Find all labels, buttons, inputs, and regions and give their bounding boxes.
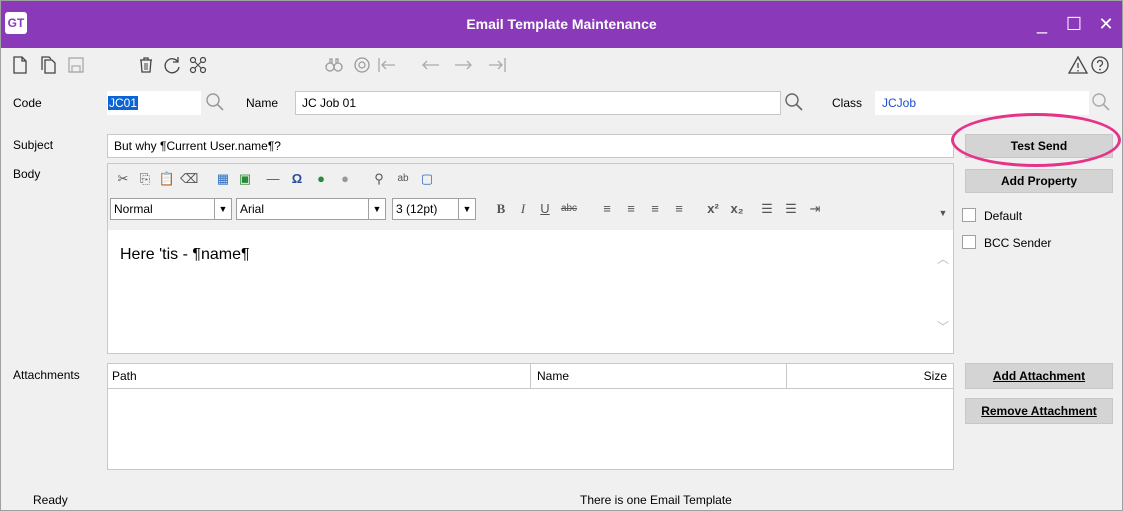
align-right-icon[interactable]: ≡ <box>646 200 664 218</box>
body-content[interactable]: Here 'tis - ¶name¶ <box>120 246 250 264</box>
toolbar-overflow-icon[interactable]: ▼ <box>934 204 952 222</box>
special-character-icon[interactable]: Ω <box>288 170 306 188</box>
code-search-icon[interactable] <box>204 91 226 113</box>
bcc-sender-checkbox[interactable] <box>962 235 976 249</box>
minimize-button[interactable]: _ <box>1026 11 1058 37</box>
cut-icon[interactable]: ✂ <box>114 170 132 188</box>
next-record-icon[interactable] <box>453 54 475 76</box>
subject-field[interactable]: But why ¶Current User.name¶? <box>107 134 954 158</box>
column-header-size[interactable]: Size <box>786 364 953 388</box>
paragraph-style-dropdown[interactable]: Normal ▼ <box>110 198 232 220</box>
font-dropdown[interactable]: Arial ▼ <box>236 198 386 220</box>
align-center-icon[interactable]: ≡ <box>622 200 640 218</box>
indent-icon[interactable]: ⇥ <box>806 200 824 218</box>
add-property-button[interactable]: Add Property <box>965 169 1113 193</box>
column-header-path[interactable]: Path <box>112 364 532 388</box>
strikethrough-icon[interactable]: abc <box>560 200 578 218</box>
paragraph-style-value: Normal <box>114 202 153 216</box>
remove-attachment-button[interactable]: Remove Attachment <box>965 398 1113 424</box>
scroll-up-icon[interactable]: ︿ <box>937 250 949 267</box>
status-ready: Ready <box>33 493 68 507</box>
last-record-icon[interactable] <box>487 54 509 76</box>
bullet-list-icon[interactable]: ☰ <box>782 200 800 218</box>
window-title: Email Template Maintenance <box>466 16 657 32</box>
previous-record-icon[interactable] <box>419 54 441 76</box>
column-header-name[interactable]: Name <box>530 364 788 388</box>
font-size-value: 3 (12pt) <box>396 202 438 216</box>
navigate-icon[interactable] <box>351 54 373 76</box>
new-document-icon[interactable] <box>9 54 31 76</box>
code-field[interactable]: JC01 <box>107 91 201 115</box>
email-template-window: GT Email Template Maintenance _ ☐ ✕ Code… <box>0 0 1123 511</box>
numbered-list-icon[interactable]: ☰ <box>758 200 776 218</box>
maximize-button[interactable]: ☐ <box>1058 11 1090 37</box>
eraser-icon[interactable]: ⌫ <box>180 170 198 188</box>
subscript-icon[interactable]: x₂ <box>728 200 746 218</box>
title-bar: GT Email Template Maintenance _ ☐ ✕ <box>1 1 1122 48</box>
superscript-icon[interactable]: x² <box>704 200 722 218</box>
body-label: Body <box>13 167 41 181</box>
chevron-down-icon: ▼ <box>458 199 475 219</box>
chevron-down-icon: ▼ <box>214 199 231 219</box>
horizontal-rule-icon[interactable]: — <box>264 170 282 188</box>
add-attachment-button[interactable]: Add Attachment <box>965 363 1113 389</box>
first-record-icon[interactable] <box>375 54 397 76</box>
name-search-icon[interactable] <box>783 91 805 113</box>
status-record-count: There is one Email Template <box>580 493 732 507</box>
chevron-down-icon: ▼ <box>368 199 385 219</box>
hyperlink-icon[interactable]: ● <box>312 170 330 188</box>
font-size-dropdown[interactable]: 3 (12pt) ▼ <box>392 198 476 220</box>
attachments-label: Attachments <box>13 368 80 382</box>
code-value: JC01 <box>108 96 139 110</box>
find-replace-icon[interactable]: ⚲ <box>370 170 388 188</box>
unlink-icon[interactable]: ● <box>336 170 354 188</box>
image-icon[interactable]: ▣ <box>236 170 254 188</box>
italic-icon[interactable]: I <box>514 200 532 218</box>
underline-icon[interactable]: U <box>536 200 554 218</box>
attachments-table[interactable]: Path Name Size <box>107 363 954 470</box>
table-icon[interactable]: ▦ <box>214 170 232 188</box>
attachments-table-header: Path Name Size <box>108 364 953 389</box>
test-send-button[interactable]: Test Send <box>965 134 1113 158</box>
copy-icon[interactable]: ⎘ <box>136 170 154 188</box>
alert-icon[interactable] <box>1067 54 1089 76</box>
name-label: Name <box>246 96 279 110</box>
paste-icon[interactable]: 📋 <box>158 170 176 188</box>
scroll-down-icon[interactable]: ﹀ <box>937 318 949 335</box>
copy-document-icon[interactable] <box>37 54 59 76</box>
class-field[interactable]: JCJob <box>875 91 1089 115</box>
code-label: Code <box>13 96 42 110</box>
spellcheck-icon[interactable]: ab <box>394 170 412 188</box>
main-toolbar <box>1 48 1122 84</box>
body-editor[interactable]: ✂ ⎘ 📋 ⌫ ▦ ▣ — Ω ● ● ⚲ ab ▢ Normal ▼ Aria… <box>107 163 954 354</box>
refresh-icon[interactable] <box>161 54 183 76</box>
network-icon[interactable] <box>187 54 209 76</box>
default-label: Default <box>984 209 1023 223</box>
find-icon[interactable] <box>323 54 345 76</box>
name-field[interactable]: JC Job 01 <box>295 91 781 115</box>
font-value: Arial <box>240 202 265 216</box>
bcc-sender-label: BCC Sender <box>984 236 1052 250</box>
class-label: Class <box>832 96 863 110</box>
close-button[interactable]: ✕ <box>1090 11 1122 37</box>
select-all-icon[interactable]: ▢ <box>418 170 436 188</box>
bold-icon[interactable]: B <box>492 200 510 218</box>
justify-icon[interactable]: ≡ <box>670 200 688 218</box>
save-icon[interactable] <box>65 54 87 76</box>
help-icon[interactable] <box>1089 54 1111 76</box>
subject-label: Subject <box>13 138 54 152</box>
class-search-icon[interactable] <box>1090 91 1112 113</box>
align-left-icon[interactable]: ≡ <box>598 200 616 218</box>
delete-icon[interactable] <box>135 54 157 76</box>
default-checkbox[interactable] <box>962 208 976 222</box>
editor-toolbar: ✂ ⎘ 📋 ⌫ ▦ ▣ — Ω ● ● ⚲ ab ▢ Normal ▼ Aria… <box>108 164 953 230</box>
